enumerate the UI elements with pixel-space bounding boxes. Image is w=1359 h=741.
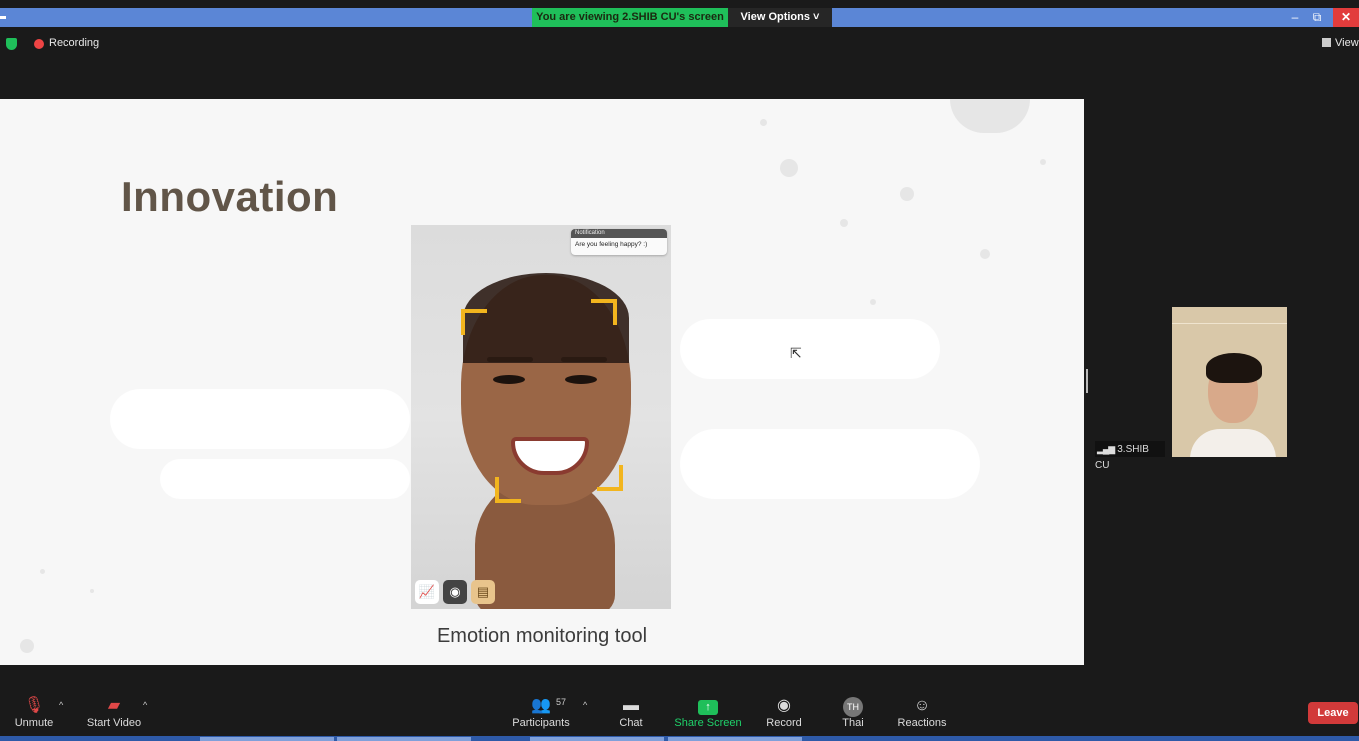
leave-button[interactable]: Leave (1308, 702, 1358, 724)
phone-mockup-image: Notification Are you feeling happy? :) 📈… (411, 225, 671, 609)
start-video-button[interactable]: ▰ Start Video (84, 696, 144, 729)
taskbar-item[interactable] (530, 737, 664, 741)
taskbar-item[interactable] (337, 737, 471, 741)
signal-strength-icon: ▂▄▆ (1097, 444, 1115, 454)
notification-text: Are you feeling happy? :) (575, 241, 648, 248)
participants-options-caret[interactable]: ^ (583, 700, 587, 710)
participant-name-tag: ▂▄▆ 3.SHIB CU (1095, 441, 1165, 471)
panel-resize-handle[interactable] (1086, 369, 1088, 393)
share-screen-button[interactable]: ↑ Share Screen (674, 696, 742, 729)
language-interpretation-button[interactable]: TH Thai (834, 696, 872, 729)
app-icon-row: 📈 ◉ ▤ (415, 580, 495, 604)
face-frame-corner (495, 477, 521, 503)
mic-muted-icon: 🎙 (23, 697, 45, 714)
camera-icon: ◉ (443, 580, 467, 604)
record-icon: ◉ (777, 697, 791, 714)
face-frame-corner (597, 465, 623, 491)
slide-title: Innovation (121, 173, 339, 220)
minimize-button[interactable]: – (1284, 8, 1306, 27)
share-screen-icon: ↑ (674, 696, 742, 716)
book-icon: ▤ (471, 580, 495, 604)
shield-icon[interactable] (6, 38, 17, 50)
viewing-banner: You are viewing 2.SHIB CU's screen (532, 8, 728, 27)
face-frame-corner (461, 309, 487, 335)
chart-icon: 📈 (415, 580, 439, 604)
view-label: View (1335, 37, 1359, 49)
view-menu-button[interactable]: View (1322, 37, 1359, 49)
taskbar-item[interactable] (668, 737, 802, 741)
slide-caption: Emotion monitoring tool (436, 625, 648, 647)
face-frame-corner (591, 299, 617, 325)
shared-screen-slide: Innovation Notification Are you feeling … (0, 99, 1084, 665)
reactions-icon: ☺ (913, 697, 931, 714)
grid-view-icon (1322, 38, 1331, 47)
close-button[interactable]: ✕ (1333, 8, 1359, 27)
os-taskbar (0, 736, 1359, 741)
chat-button[interactable]: ▬ Chat (614, 696, 648, 729)
participants-count: 57 (556, 697, 567, 707)
chat-icon: ▬ (623, 697, 639, 714)
language-avatar-icon: TH (834, 696, 872, 717)
notification-card: Notification Are you feeling happy? :) (571, 229, 667, 255)
view-options-button[interactable]: View Options ˅ (728, 8, 832, 27)
unmute-button[interactable]: 🎙 Unmute (10, 696, 58, 729)
window-title-bar: You are viewing 2.SHIB CU's screen View … (0, 8, 1359, 27)
record-dot-icon (34, 39, 44, 49)
video-options-caret[interactable]: ^ (143, 700, 147, 710)
video-off-icon: ▰ (107, 697, 121, 714)
restore-button[interactable]: ⧉ (1306, 8, 1328, 27)
cursor-icon: ⇱ (790, 345, 802, 361)
recording-label: Recording (49, 37, 100, 49)
audio-options-caret[interactable]: ^ (59, 700, 63, 710)
taskbar-item[interactable] (200, 737, 334, 741)
notification-header: Notification (571, 229, 667, 238)
reactions-button[interactable]: ☺ Reactions (894, 696, 950, 729)
window-menu-dash (0, 16, 6, 19)
record-button[interactable]: ◉ Record (762, 696, 806, 729)
participant-video-tile[interactable] (1172, 307, 1287, 457)
